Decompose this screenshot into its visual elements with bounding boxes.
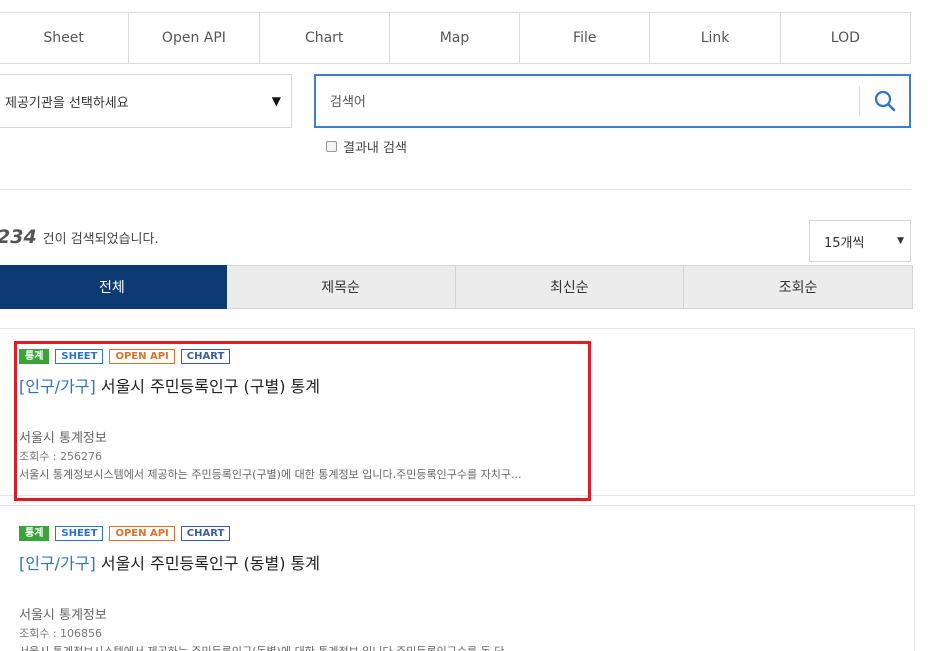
tab-file[interactable]: File xyxy=(520,13,651,63)
tab-link[interactable]: Link xyxy=(650,13,781,63)
result-org: 서울시 통계정보 xyxy=(19,431,107,446)
refine-label[interactable]: 결과내 검색 xyxy=(343,137,407,156)
sort-tab-title[interactable]: 제목순 xyxy=(226,265,456,309)
result-title: 서울시 주민등록인구 (동별) 통계 xyxy=(100,554,320,573)
tab-open-api[interactable]: Open API xyxy=(129,13,260,63)
sort-tabs: 전체 제목순 최신순 조회순 xyxy=(0,265,913,309)
badge-open-api[interactable]: OPEN API xyxy=(109,349,175,364)
divider xyxy=(0,189,911,190)
tab-map[interactable]: Map xyxy=(390,13,521,63)
per-page-value: 15개씩 xyxy=(824,235,865,251)
refine-checkbox[interactable] xyxy=(326,141,337,152)
result-views: 조회수 : 256276 xyxy=(19,450,103,463)
caret-down-icon: ▼ xyxy=(897,236,904,246)
refine-search: 결과내 검색 xyxy=(326,137,407,156)
result-title: 서울시 주민등록인구 (구별) 통계 xyxy=(100,377,320,396)
result-title-link[interactable]: [인구/가구] 서울시 주민등록인구 (동별) 통계 xyxy=(19,550,579,574)
org-select-value: 제공기관을 선택하세요 xyxy=(5,95,129,111)
search-input[interactable] xyxy=(330,90,830,114)
badge-chart[interactable]: CHART xyxy=(180,349,231,364)
result-description: 서울시 통계정보시스템에서 제공하는 주민등록인구(동별)에 대한 통계정보 입… xyxy=(19,643,579,651)
sort-tab-all[interactable]: 전체 xyxy=(0,265,227,309)
sort-tab-latest[interactable]: 최신순 xyxy=(455,265,685,309)
search-box xyxy=(314,74,911,128)
badge-sheet[interactable]: SHEET xyxy=(55,349,104,364)
result-count: 234 건이 검색되었습니다. xyxy=(0,226,159,248)
badge-open-api[interactable]: OPEN API xyxy=(109,526,175,541)
format-tabs: Sheet Open API Chart Map File Link LOD xyxy=(0,12,911,64)
sort-tab-views[interactable]: 조회순 xyxy=(684,265,913,309)
search-divider xyxy=(859,86,860,116)
result-title-link[interactable]: [인구/가구] 서울시 주민등록인구 (구별) 통계 xyxy=(19,373,579,397)
badge-stat: 통계 xyxy=(19,349,50,364)
search-button[interactable] xyxy=(865,82,905,120)
badge-chart[interactable]: CHART xyxy=(180,526,231,541)
search-icon xyxy=(874,90,896,112)
badge-stat: 통계 xyxy=(19,526,50,541)
caret-down-icon: ▼ xyxy=(271,94,281,108)
result-count-number: 234 xyxy=(0,226,37,248)
result-category: [인구/가구] xyxy=(19,377,96,396)
result-card: 통계 SHEET OPEN API CHART [인구/가구] 서울시 주민등록… xyxy=(0,328,915,496)
per-page-select[interactable]: 15개씩 ▼ xyxy=(809,220,911,262)
format-badges: 통계 SHEET OPEN API CHART xyxy=(19,349,579,364)
result-description: 서울시 통계정보시스템에서 제공하는 주민등록인구(구별)에 대한 통계정보 입… xyxy=(19,468,522,481)
tab-chart[interactable]: Chart xyxy=(260,13,390,63)
result-org: 서울시 통계정보 xyxy=(19,608,107,623)
result-card: 통계 SHEET OPEN API CHART [인구/가구] 서울시 주민등록… xyxy=(0,505,915,651)
result-category: [인구/가구] xyxy=(19,554,96,573)
result-count-text: 건이 검색되었습니다. xyxy=(42,232,159,247)
tab-lod[interactable]: LOD xyxy=(781,13,910,63)
tab-sheet[interactable]: Sheet xyxy=(0,13,130,63)
org-select[interactable]: 제공기관을 선택하세요 ▼ xyxy=(0,74,292,128)
badge-sheet[interactable]: SHEET xyxy=(55,526,104,541)
format-badges: 통계 SHEET OPEN API CHART xyxy=(19,526,579,541)
result-views: 조회수 : 106856 xyxy=(19,627,103,640)
